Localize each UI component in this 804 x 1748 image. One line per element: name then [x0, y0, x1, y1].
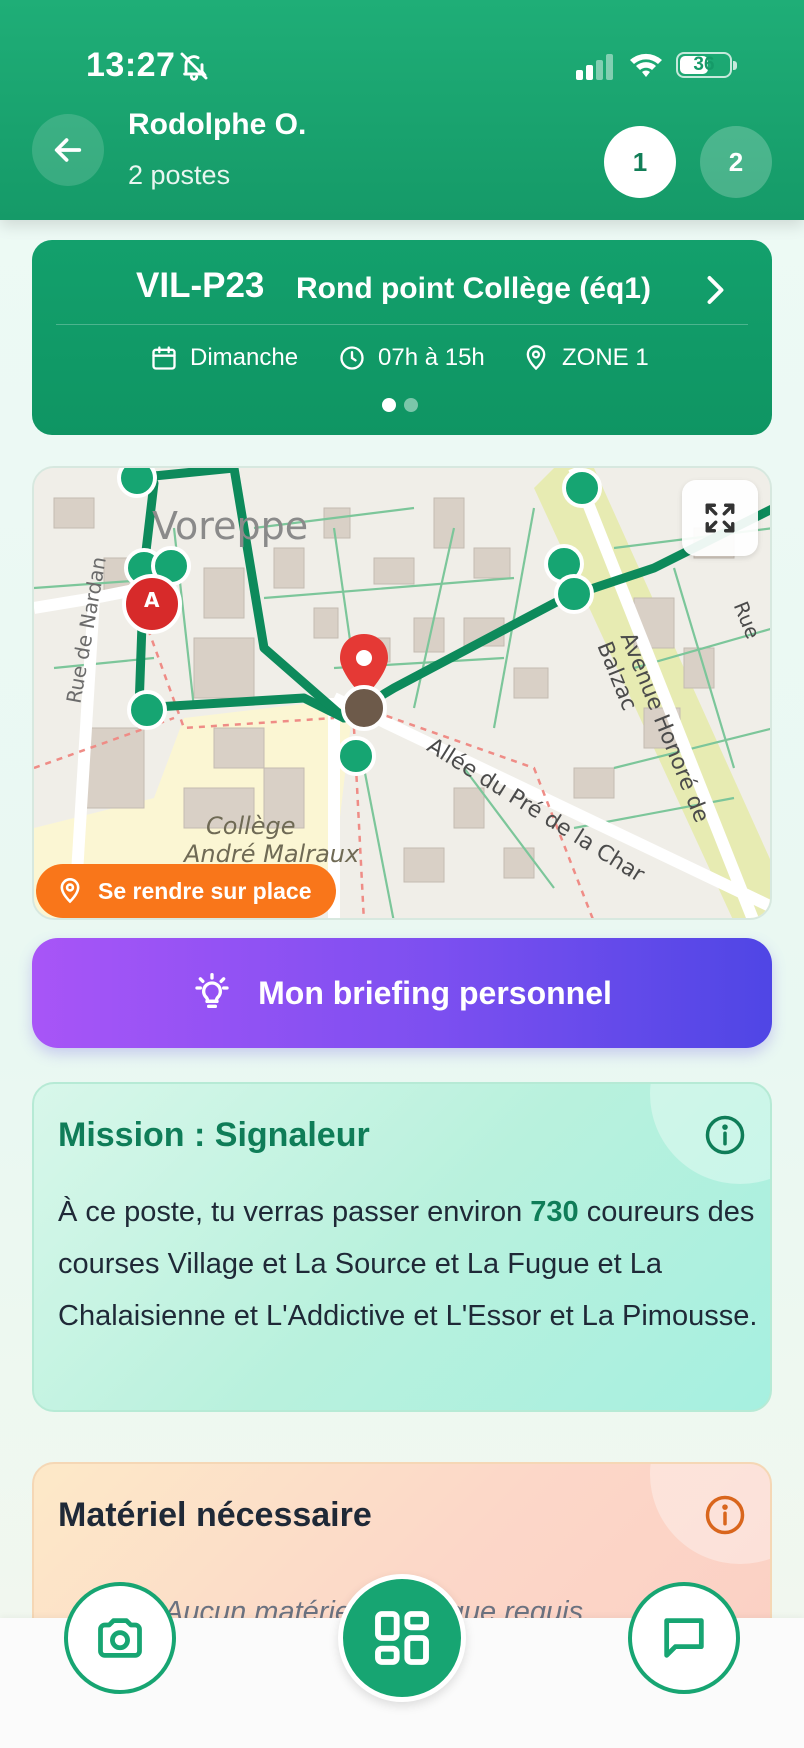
post-name: Rond point Collège (éq1) [296, 272, 651, 305]
navigate-to-post-button[interactable]: Se rendre sur place [36, 864, 336, 918]
location-pin-icon [60, 878, 80, 904]
wifi-icon [630, 53, 662, 77]
start-marker-label: A [144, 588, 160, 612]
post-code: VIL-P23 [136, 266, 265, 305]
bell-off-icon [180, 52, 208, 81]
carousel-dots [382, 398, 418, 412]
chevron-right-icon[interactable] [696, 270, 732, 310]
post-card[interactable]: VIL-P23 Rond point Collège (éq1) Dimanch… [32, 240, 772, 435]
mission-title: Mission : Signaleur [58, 1116, 370, 1154]
camera-icon [98, 1618, 142, 1658]
clock-icon [340, 346, 364, 370]
calendar-icon [152, 346, 176, 370]
volunteer-name: Rodolphe O. [128, 108, 307, 141]
location-pin-icon [526, 345, 546, 371]
chat-button[interactable] [628, 1582, 740, 1694]
runner-count: 730 [530, 1196, 579, 1228]
carousel-dot-active[interactable] [382, 398, 396, 412]
equipment-title: Matériel nécessaire [58, 1496, 372, 1534]
back-button[interactable] [32, 114, 104, 186]
personal-briefing-button[interactable]: Mon briefing personnel [32, 938, 772, 1048]
map-label-town: Voreppe [152, 504, 309, 548]
signal-icon [576, 54, 613, 80]
map-label-college: Collège [206, 812, 296, 840]
back-arrow-icon [54, 138, 82, 162]
expand-map-button[interactable] [682, 480, 758, 556]
status-time: 13:27 [86, 46, 176, 84]
post-zone: ZONE 1 [522, 344, 649, 372]
post-day: Dimanche [150, 344, 298, 372]
route-map[interactable]: Voreppe Rue de Nardan Collège André Malr… [32, 466, 772, 920]
carousel-dot[interactable] [404, 398, 418, 412]
expand-icon [705, 503, 735, 533]
post-time: 07h à 15h [338, 344, 485, 372]
menu-grid-button[interactable] [338, 1574, 466, 1702]
grid-icon [375, 1611, 429, 1665]
posts-count: 2 postes [128, 160, 231, 190]
mission-description: À ce poste, tu verras passer environ 730… [58, 1196, 758, 1332]
info-icon[interactable] [704, 1494, 746, 1536]
info-icon[interactable] [704, 1114, 746, 1156]
chat-icon [664, 1618, 704, 1658]
post-step-2-button[interactable]: 2 [700, 126, 772, 198]
camera-button[interactable] [64, 1582, 176, 1694]
battery-indicator: 36 [676, 52, 737, 78]
app-header: 13:27 36 Rodolphe O. 2 postes 1 2 [0, 0, 804, 220]
divider [56, 324, 748, 325]
mission-card: Mission : Signaleur À ce poste, tu verra… [32, 1082, 772, 1412]
lightbulb-icon [195, 973, 229, 1008]
post-step-1-button[interactable]: 1 [604, 126, 676, 198]
